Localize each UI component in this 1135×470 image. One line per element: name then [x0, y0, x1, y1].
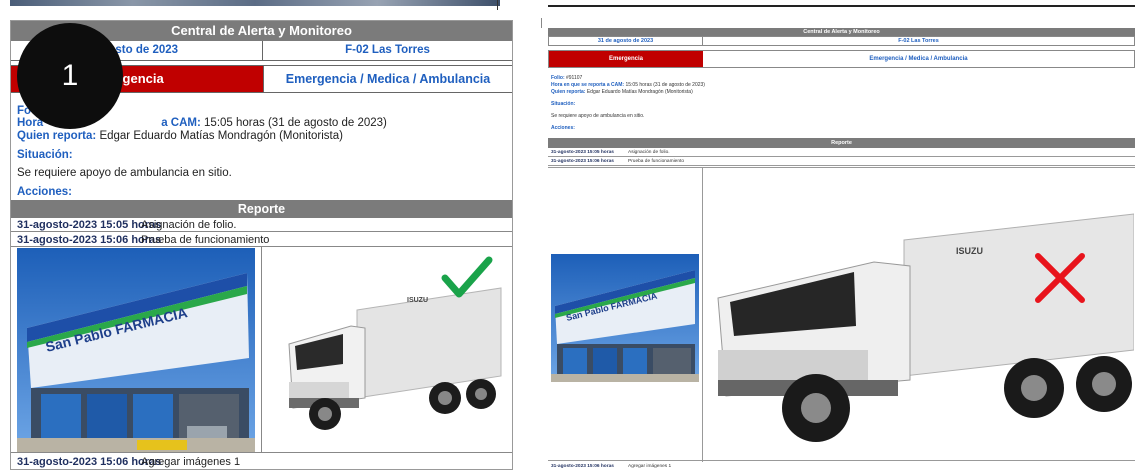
emergency-category: Emergencia / Medica / Ambulancia: [869, 56, 968, 62]
report-entry-date: 31-agosto-2023 15:06 horas: [551, 464, 614, 469]
report-entry-date: 31-agosto-2023 15:05 horas: [17, 219, 162, 231]
top-rule: [548, 5, 1135, 7]
header-row-type: Emergencia Emergencia / Medica / Ambulan…: [548, 50, 1135, 68]
report-images-row: San Pablo FARMACIA ISUZU: [548, 167, 1135, 462]
report-location: F-02 Las Torres: [898, 38, 939, 44]
report-time-line: Hora en que se reporta a CAM: 15:05 hora…: [551, 82, 705, 88]
reporter-label: Quien reporta:: [17, 130, 97, 142]
divider: [541, 18, 542, 28]
report-time-value: 15:05 horas (31 de agosto de 2023): [625, 82, 705, 88]
folio-line: Folio: #91107: [551, 75, 582, 81]
report-entry-text: Prueba de funcionamiento: [628, 159, 685, 164]
report-entry-date: 31-agosto-2023 15:06 horas: [17, 234, 162, 246]
truck-brand-text: ISUZU: [407, 297, 428, 304]
situation-label: Situación:: [17, 149, 73, 161]
reporter-label: Quien reporta:: [551, 89, 586, 95]
report-entry-text: Agregar imágenes 1: [628, 464, 672, 469]
reporter-line: Quien reporta: Edgar Eduardo Matías Mond…: [551, 89, 693, 95]
situation-value: Se requiere apoyo de ambulancia en sitio…: [17, 167, 232, 179]
image-divider: [702, 168, 703, 462]
storefront-photo: San Pablo FARMACIA: [551, 254, 699, 382]
truck-photo: ISUZU: [704, 170, 1134, 460]
truck-brand-text: ISUZU: [956, 246, 983, 256]
folio-label: Folio:: [551, 75, 565, 81]
report-entry-text: Prueba de funcionamiento: [141, 234, 270, 246]
report-entry-date: 31-agosto-2023 15:06 horas: [17, 456, 162, 468]
reporter-value: Edgar Eduardo Matías Mondragón (Monitori…: [586, 89, 693, 95]
step-number-badge: 1: [17, 23, 123, 129]
reporter-value: Edgar Eduardo Matías Mondragón (Monitori…: [99, 130, 343, 142]
report-location: F-02 Las Torres: [345, 44, 430, 56]
report-section-title: Reporte: [548, 138, 1135, 148]
report-time-label: Hora en que se reporta a CAM:: [551, 82, 625, 88]
report-section-title: Reporte: [11, 200, 512, 218]
report-entry: 31-agosto-2023 15:06 horas Agregar imáge…: [11, 455, 512, 469]
report-panel-right: Central de Alerta y Monitoreo 31 de agos…: [548, 28, 1135, 470]
report-images-row: San Pablo FARMACIA ISUZU: [11, 247, 512, 453]
report-entry: 31-agosto-2023 15:05 horas Asignación de…: [11, 218, 512, 232]
reporter-line: Quien reporta: Edgar Eduardo Matías Mond…: [17, 130, 343, 142]
report-entry-date: 31-agosto-2023 15:06 horas: [551, 159, 614, 164]
header-row-date-location: 31 de agosto de 2023 F-02 Las Torres: [548, 36, 1135, 46]
emergency-type-badge: Emergencia: [549, 51, 703, 67]
report-time-label-tail: a CAM:: [161, 117, 201, 129]
page: Central de Alerta y Monitoreo agosto de …: [0, 0, 1135, 470]
situation-value: Se requiere apoyo de ambulancia en sitio…: [551, 113, 645, 119]
report-entry-text: Asignación de folio.: [628, 150, 670, 155]
actions-label: Acciones:: [17, 186, 72, 198]
folio-value: #91107: [566, 75, 583, 81]
report-entry: 31-agosto-2023 15:06 horas Prueba de fun…: [11, 233, 512, 247]
truck-photo: ISUZU: [269, 248, 507, 452]
top-image-strip: [10, 0, 500, 6]
situation-label: Situación:: [551, 101, 576, 107]
report-entry-text: Agregar imágenes 1: [141, 456, 241, 468]
report-entry: 31-agosto-2023 15:06 horas Prueba de fun…: [548, 157, 1135, 166]
divider: [497, 0, 498, 10]
report-entry: 31-agosto-2023 15:06 horas Agregar imáge…: [548, 463, 1135, 470]
report-entry-text: Asignación de folio.: [141, 219, 237, 231]
storefront-photo: San Pablo FARMACIA: [17, 248, 255, 452]
report-date: 31 de agosto de 2023: [549, 37, 703, 45]
report-time-value: 15:05 horas (31 de agosto de 2023): [204, 117, 387, 129]
top-strip: [0, 0, 1135, 28]
report-entry-date: 31-agosto-2023 15:05 horas: [551, 150, 614, 155]
report-entry: 31-agosto-2023 15:05 horas Asignación de…: [548, 148, 1135, 157]
emergency-category: Emergencia / Medica / Ambulancia: [263, 66, 512, 92]
panel-title: Central de Alerta y Monitoreo: [548, 28, 1135, 36]
image-divider: [261, 247, 262, 453]
actions-label: Acciones:: [551, 125, 575, 131]
